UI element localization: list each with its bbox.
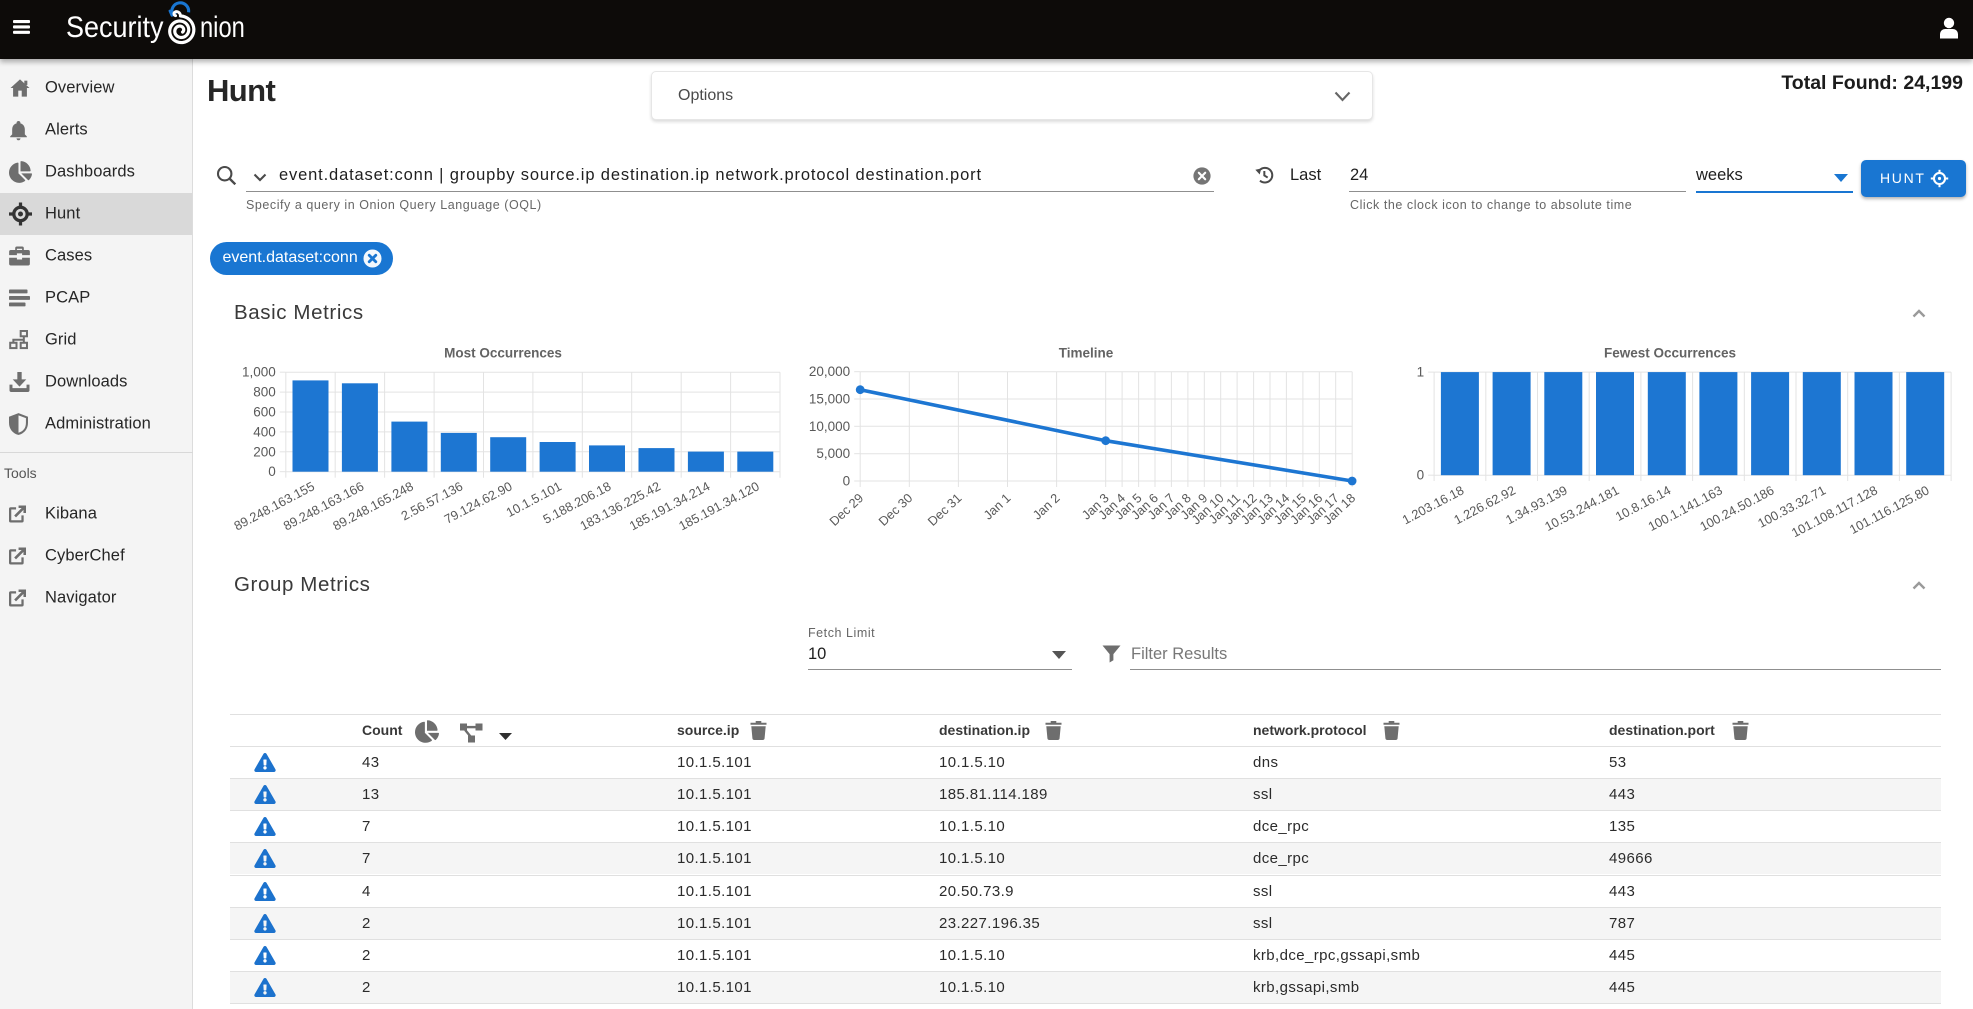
svg-text:Fewest Occurrences: Fewest Occurrences: [1604, 346, 1736, 361]
svg-text:89.248.163.155: 89.248.163.155: [231, 478, 317, 533]
svg-text:Dec 30: Dec 30: [875, 490, 915, 529]
svg-text:Dec 31: Dec 31: [925, 490, 965, 529]
svg-text:200: 200: [253, 444, 276, 459]
svg-text:0: 0: [268, 464, 276, 479]
svg-text:20,000: 20,000: [809, 364, 850, 379]
svg-text:800: 800: [253, 385, 276, 400]
svg-text:Dec 29: Dec 29: [826, 490, 866, 529]
svg-text:Most Occurrences: Most Occurrences: [444, 346, 562, 361]
svg-text:0: 0: [843, 474, 851, 489]
svg-text:400: 400: [253, 424, 276, 439]
svg-text:5,000: 5,000: [816, 446, 850, 461]
svg-text:Timeline: Timeline: [1059, 346, 1114, 361]
svg-text:101.108.117.128: 101.108.117.128: [1789, 482, 1880, 540]
svg-text:600: 600: [253, 405, 276, 420]
svg-text:1: 1: [1417, 365, 1425, 380]
svg-text:10,000: 10,000: [809, 419, 850, 434]
svg-text:Jan 2: Jan 2: [1030, 490, 1063, 522]
svg-text:Jan 1: Jan 1: [980, 490, 1013, 522]
svg-text:0: 0: [1417, 468, 1425, 483]
svg-text:1,000: 1,000: [242, 365, 276, 380]
svg-text:15,000: 15,000: [809, 392, 850, 407]
